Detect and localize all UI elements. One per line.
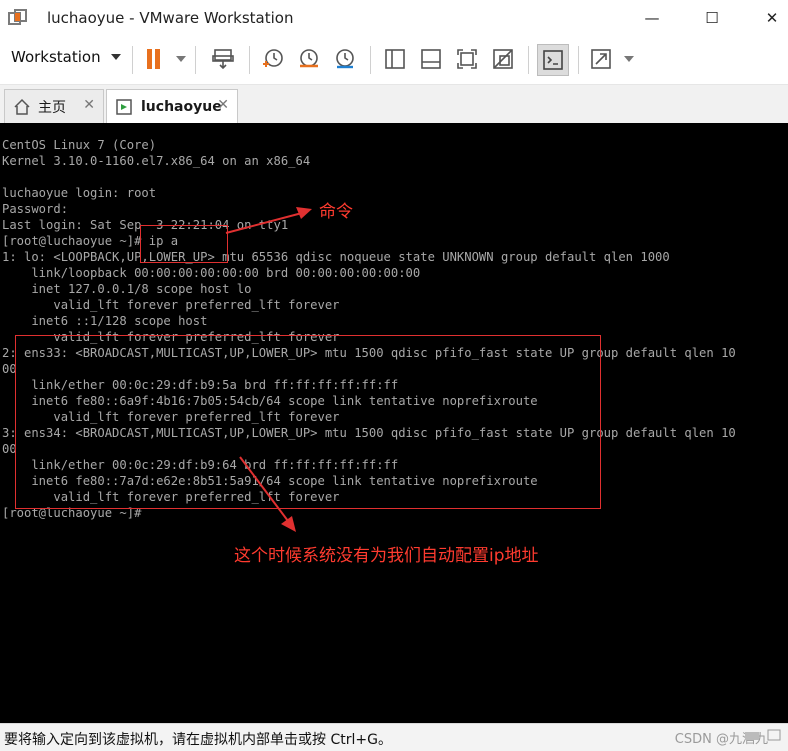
take-snapshot-button[interactable] bbox=[258, 44, 288, 74]
tab-bar: 主页 ✕ luchaoyue ✕ bbox=[0, 85, 788, 124]
tab-home-label: 主页 bbox=[38, 100, 66, 116]
thumbnail-bar-icon bbox=[421, 49, 441, 69]
snapshot-icon bbox=[263, 49, 283, 67]
network-icon[interactable] bbox=[766, 728, 782, 744]
title-bar: luchaoyue - VMware Workstation — ☐ ✕ bbox=[0, 0, 788, 36]
unity-icon bbox=[493, 49, 513, 69]
hard-disk-icon[interactable] bbox=[744, 728, 760, 744]
explanation-arrow bbox=[239, 456, 289, 522]
window-title: luchaoyue - VMware Workstation bbox=[47, 9, 294, 27]
status-bar: 要将输入定向到该虚拟机，请在虚拟机内部单击或按 Ctrl+G。 CSDN @九酒… bbox=[0, 723, 788, 751]
unity-button[interactable] bbox=[488, 44, 518, 74]
explanation-annotation: 这个时候系统没有为我们自动配置ip地址 bbox=[234, 546, 539, 566]
close-icon[interactable]: ✕ bbox=[83, 97, 95, 113]
revert-snapshot-icon bbox=[300, 49, 318, 68]
sidebar-icon bbox=[385, 49, 405, 69]
pause-button[interactable] bbox=[142, 44, 188, 74]
tab-luchaoyue[interactable]: luchaoyue ✕ bbox=[106, 89, 238, 124]
tab-vm-label: luchaoyue bbox=[141, 99, 222, 115]
stretch-guest-button[interactable] bbox=[588, 44, 636, 74]
toolbar-divider bbox=[249, 46, 250, 74]
fullscreen-icon bbox=[457, 49, 477, 69]
toolbar-divider bbox=[195, 46, 196, 74]
command-arrow bbox=[225, 212, 303, 234]
explanation-arrowhead bbox=[281, 516, 296, 532]
chevron-down-icon bbox=[110, 54, 121, 60]
console-view-button[interactable] bbox=[537, 44, 569, 76]
thumbnail-bar-button[interactable] bbox=[416, 44, 446, 74]
show-library-button[interactable] bbox=[380, 44, 410, 74]
toolbar: Workstation bbox=[0, 36, 788, 85]
toolbar-divider bbox=[528, 46, 529, 74]
device-icons bbox=[744, 728, 782, 744]
vm-icon bbox=[116, 99, 132, 115]
vm-console[interactable]: CentOS Linux 7 (Core) Kernel 3.10.0-1160… bbox=[0, 123, 788, 723]
workstation-menu-label: Workstation bbox=[11, 48, 101, 66]
command-annotation: 命令 bbox=[319, 202, 353, 222]
snapshot-manager-button[interactable] bbox=[330, 44, 360, 74]
vmware-logo-icon bbox=[8, 9, 27, 25]
close-icon[interactable]: ✕ bbox=[217, 97, 229, 113]
annotation-arrows bbox=[225, 207, 312, 532]
minimize-button[interactable]: — bbox=[624, 0, 680, 36]
pause-icon bbox=[147, 49, 186, 69]
send-ctrl-alt-del-icon bbox=[212, 49, 234, 70]
maximize-button[interactable]: ☐ bbox=[684, 0, 740, 36]
manage-snapshots-icon bbox=[336, 49, 354, 69]
stretch-icon bbox=[591, 49, 634, 69]
toolbar-divider bbox=[132, 46, 133, 74]
close-button[interactable]: ✕ bbox=[744, 0, 788, 36]
revert-snapshot-button[interactable] bbox=[294, 44, 324, 74]
tab-home[interactable]: 主页 ✕ bbox=[4, 89, 104, 124]
full-screen-button[interactable] bbox=[452, 44, 482, 74]
send-ctrl-alt-del-button[interactable] bbox=[208, 44, 238, 74]
home-icon bbox=[14, 98, 30, 115]
toolbar-divider bbox=[370, 46, 371, 74]
workstation-menu[interactable]: Workstation bbox=[11, 48, 121, 66]
console-view-icon bbox=[543, 50, 563, 70]
status-message: 要将输入定向到该虚拟机，请在虚拟机内部单击或按 Ctrl+G。 bbox=[4, 732, 392, 748]
toolbar-divider bbox=[578, 46, 579, 74]
